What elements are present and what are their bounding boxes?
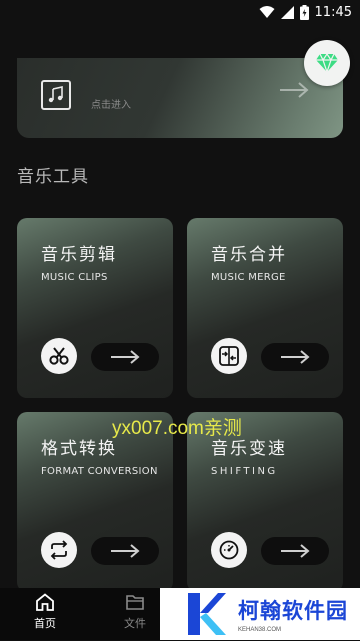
scissors-icon <box>41 338 77 374</box>
merge-icon <box>211 338 247 374</box>
brand-name: 柯翰软件园 <box>238 599 348 623</box>
brand-badge: 柯翰软件园 KEHAN38.COM <box>160 588 360 640</box>
tool-card-music-merge[interactable]: 音乐合并 MUSIC MERGE <box>187 218 343 398</box>
watermark-text: yx007.com亲测 <box>112 418 242 439</box>
tool-title: 格式转换 <box>41 439 117 459</box>
status-bar: 11:45 <box>0 0 360 24</box>
battery-icon <box>299 4 309 20</box>
nav-label: 文件 <box>124 617 146 630</box>
music-note-icon <box>41 80 71 110</box>
convert-icon <box>41 532 77 568</box>
section-title: 音乐工具 <box>17 167 89 187</box>
brand-logo <box>182 591 228 637</box>
music-library-card[interactable]: 点击进入 <box>17 58 343 138</box>
signal-icon <box>280 5 294 19</box>
tool-subtitle: FORMAT CONVERSION <box>41 466 158 477</box>
go-button[interactable] <box>261 537 329 565</box>
folder-icon <box>126 595 144 610</box>
tool-title: 音乐剪辑 <box>41 245 117 265</box>
tool-card-music-clips[interactable]: 音乐剪辑 MUSIC CLIPS <box>17 218 173 398</box>
tool-subtitle: SHIFTING <box>211 466 278 477</box>
nav-item-files[interactable]: 文件 <box>105 593 165 631</box>
go-button[interactable] <box>91 537 159 565</box>
arrow-right-icon <box>281 544 310 558</box>
tool-subtitle: MUSIC CLIPS <box>41 272 108 283</box>
nav-item-home[interactable]: 首页 <box>15 593 75 631</box>
go-button[interactable] <box>91 343 159 371</box>
tool-title: 音乐合并 <box>211 245 287 265</box>
tool-subtitle: MUSIC MERGE <box>211 272 286 283</box>
arrow-right-icon <box>281 350 310 364</box>
status-time: 11:45 <box>314 4 352 20</box>
arrow-right-icon <box>111 350 140 364</box>
arrow-right-icon <box>111 544 140 558</box>
home-icon <box>36 593 54 611</box>
arrow-right-icon <box>279 82 309 102</box>
diamond-icon <box>316 53 338 73</box>
nav-label: 首页 <box>34 617 56 630</box>
brand-url: KEHAN38.COM <box>238 627 282 633</box>
enter-hint: 点击进入 <box>91 100 131 111</box>
go-button[interactable] <box>261 343 329 371</box>
wifi-icon <box>259 6 275 18</box>
premium-button[interactable] <box>304 40 350 86</box>
speedometer-icon <box>211 532 247 568</box>
